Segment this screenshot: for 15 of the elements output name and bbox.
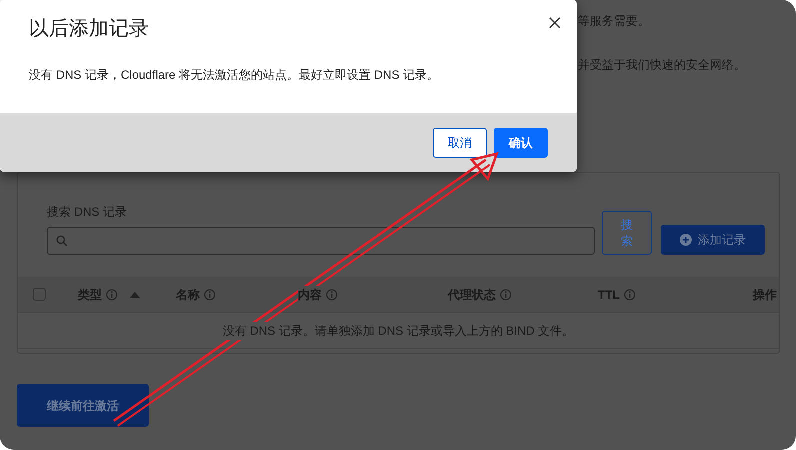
add-record-button[interactable]: 添加记录 xyxy=(661,225,765,255)
plus-circle-icon xyxy=(680,234,692,246)
select-all-checkbox[interactable] xyxy=(33,288,46,301)
intro-text: 等服务需要。 xyxy=(578,13,651,30)
continue-activation-button[interactable]: 继续前往激活 xyxy=(17,384,149,427)
close-icon[interactable] xyxy=(549,17,561,29)
dialog-message: 没有 DNS 记录，Cloudflare 将无法激活您的站点。最好立即设置 DNS 记录。 xyxy=(28,67,440,84)
dialog-title: 以后添加记录 xyxy=(29,17,149,42)
confirm-button[interactable]: 确认 xyxy=(494,128,548,158)
search-icon xyxy=(56,235,68,247)
intro-text: 并受益于我们快速的安全网络。 xyxy=(578,57,747,74)
cancel-button[interactable]: 取消 xyxy=(433,128,487,158)
search-label: 搜索 DNS 记录 xyxy=(47,204,128,221)
search-button[interactable]: 搜索 xyxy=(602,211,652,255)
sort-ascending-icon[interactable] xyxy=(130,292,140,298)
